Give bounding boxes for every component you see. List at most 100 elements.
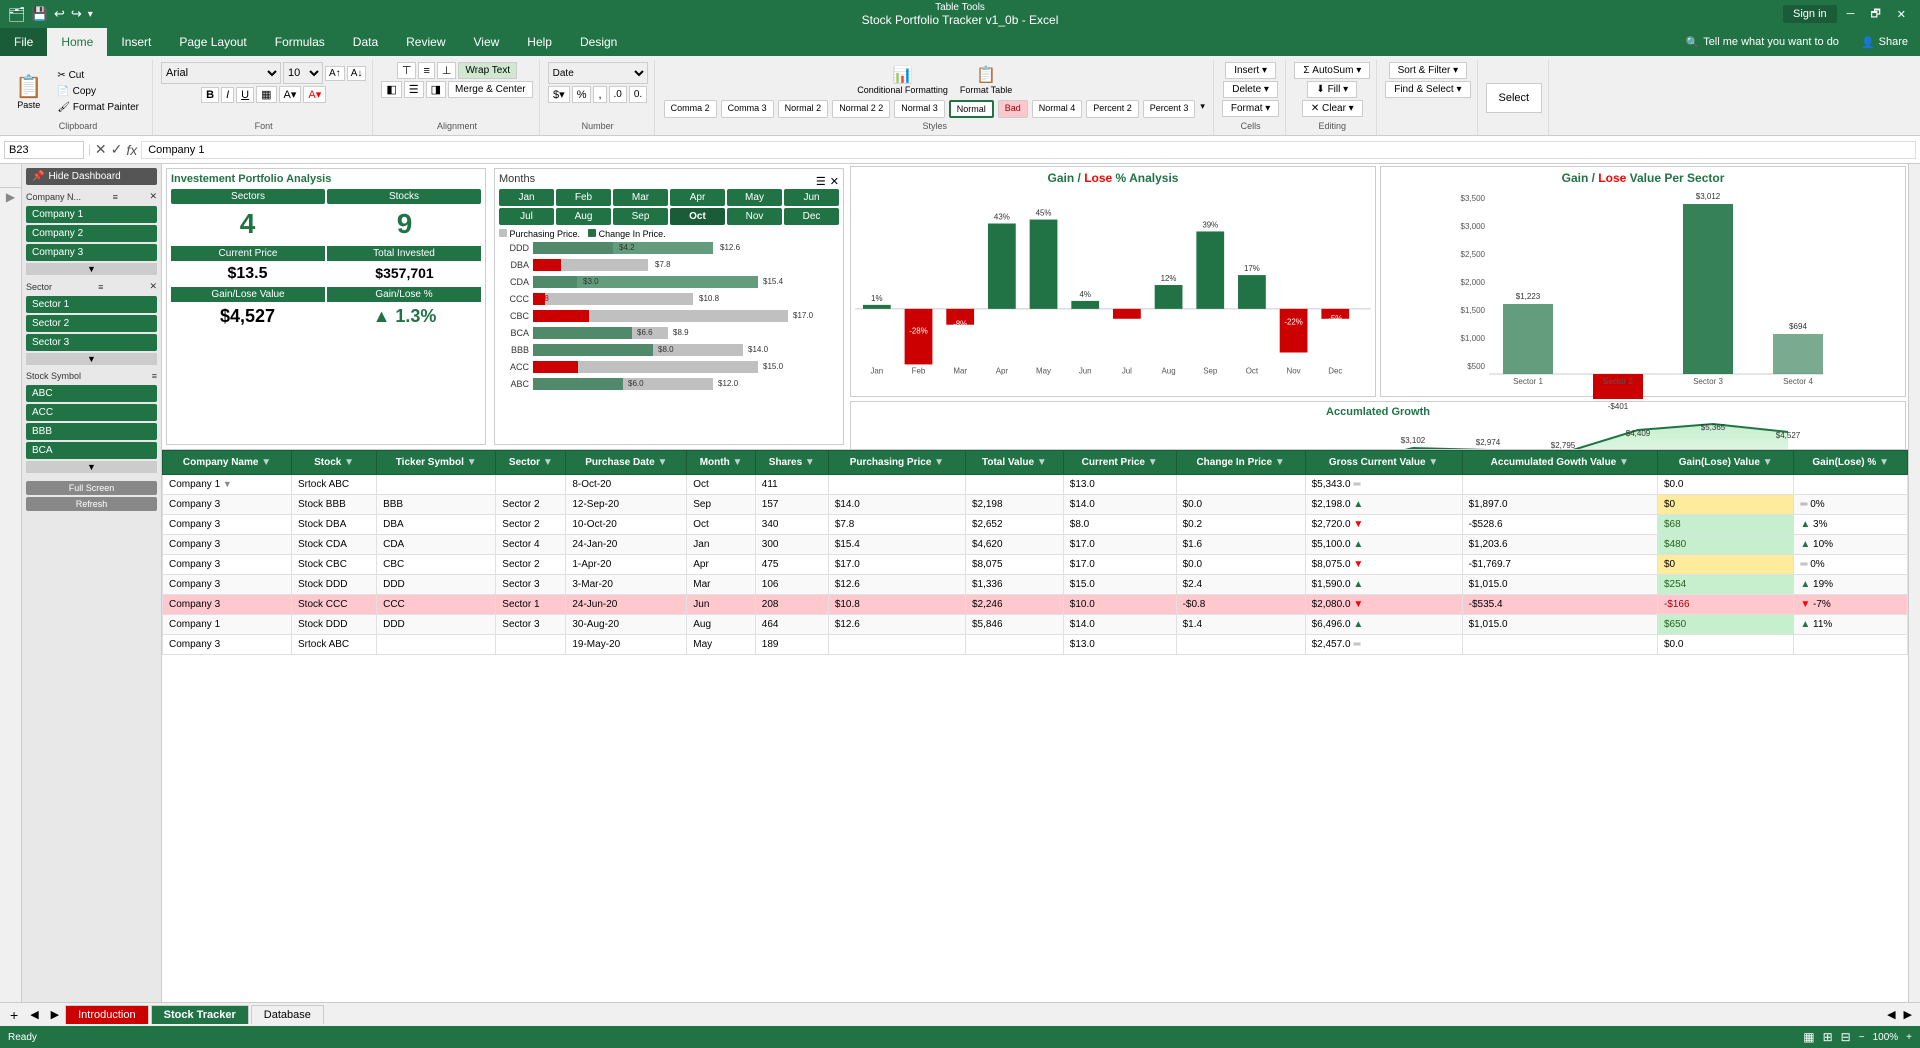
col-purchase-date[interactable]: Purchase Date ▼ xyxy=(566,451,687,475)
month-jan[interactable]: Jan xyxy=(499,189,554,206)
col-filter-shares[interactable]: ▼ xyxy=(805,457,815,468)
sort-filter-button[interactable]: Sort & Filter ▾ xyxy=(1389,62,1468,79)
company-clear-icon[interactable]: ✕ xyxy=(149,191,157,202)
stock-filter-icon[interactable]: ≡ xyxy=(152,371,157,381)
col-stock[interactable]: Stock ▼ xyxy=(292,451,377,475)
sidebar-stock-abc[interactable]: ABC xyxy=(26,385,157,402)
confirm-formula-button[interactable]: ✓ xyxy=(111,141,123,158)
align-bottom-button[interactable]: ⊥ xyxy=(437,62,457,79)
tab-database[interactable]: Database xyxy=(251,1005,324,1024)
align-middle-button[interactable]: ≡ xyxy=(418,62,434,79)
scroll-left-btn[interactable]: ◀ xyxy=(1883,1006,1899,1023)
close-button[interactable]: ✕ xyxy=(1891,6,1912,23)
autosum-button[interactable]: Σ AutoSum ▾ xyxy=(1294,62,1370,79)
tab-formulas[interactable]: Formulas xyxy=(261,28,339,56)
col-ticker[interactable]: Ticker Symbol ▼ xyxy=(377,451,496,475)
tab-stock-tracker[interactable]: Stock Tracker xyxy=(151,1005,249,1024)
tab-review[interactable]: Review xyxy=(392,28,459,56)
tab-view[interactable]: View xyxy=(460,28,514,56)
percent3-style[interactable]: Percent 3 xyxy=(1143,100,1196,118)
col-month[interactable]: Month ▼ xyxy=(687,451,756,475)
col-current-price[interactable]: Current Price ▼ xyxy=(1063,451,1176,475)
page-break-btn[interactable]: ⊟ xyxy=(1841,1030,1851,1044)
sidebar-stock-bbb[interactable]: BBB xyxy=(26,423,157,440)
col-gainlose-pct[interactable]: Gain(Lose) % ▼ xyxy=(1794,451,1908,475)
tab-design[interactable]: Design xyxy=(566,28,631,56)
formula-content[interactable] xyxy=(141,141,1916,159)
col-accum-growth[interactable]: Accumulated Gowth Value ▼ xyxy=(1462,451,1657,475)
comma3-style[interactable]: Comma 3 xyxy=(721,100,774,118)
sidebar-sector-2[interactable]: Sector 2 xyxy=(26,315,157,332)
month-aug[interactable]: Aug xyxy=(556,208,611,225)
format-table-button[interactable]: 📋 Format Table xyxy=(955,62,1017,98)
sidebar-stock-acc[interactable]: ACC xyxy=(26,404,157,421)
col-filter-stock[interactable]: ▼ xyxy=(344,457,354,468)
format-painter-button[interactable]: 🖌 Format Painter xyxy=(50,100,146,115)
col-filter-agv[interactable]: ▼ xyxy=(1619,457,1629,468)
styles-more-btn[interactable]: ▾ xyxy=(1198,99,1207,119)
table-row[interactable]: Company 3 Stock CBC CBC Sector 2 1-Apr-2… xyxy=(163,555,1908,575)
sheet-nav-left[interactable]: ◀ xyxy=(24,1006,44,1023)
tab-home[interactable]: Home xyxy=(47,28,107,56)
sector-clear-icon[interactable]: ✕ xyxy=(149,281,157,292)
decrease-font-button[interactable]: A↓ xyxy=(347,66,367,81)
page-layout-btn[interactable]: ⊞ xyxy=(1823,1030,1833,1044)
month-apr[interactable]: Apr xyxy=(670,189,725,206)
select-button[interactable]: Select xyxy=(1486,83,1543,113)
zoom-in-btn[interactable]: + xyxy=(1906,1032,1912,1043)
restore-button[interactable]: 🗗 xyxy=(1864,3,1886,26)
percent-button[interactable]: % xyxy=(572,86,592,103)
data-table-area[interactable]: Company Name ▼ Stock ▼ Ticker Symbol ▼ S… xyxy=(162,449,1908,1002)
normal4-style[interactable]: Normal 4 xyxy=(1032,100,1083,118)
fill-button[interactable]: ⬇ Fill ▾ xyxy=(1307,81,1357,98)
quick-access-save[interactable]: 💾 xyxy=(32,6,48,22)
company-scroll-down[interactable]: ▼ xyxy=(26,263,157,275)
border-button[interactable]: ▦ xyxy=(256,86,276,103)
col-sector[interactable]: Sector ▼ xyxy=(496,451,566,475)
hide-dashboard-button[interactable]: 📌 Hide Dashboard xyxy=(26,168,157,185)
month-may[interactable]: May xyxy=(727,189,782,206)
col-filter-company[interactable]: ▼ xyxy=(261,457,271,468)
tab-data[interactable]: Data xyxy=(339,28,392,56)
search-box[interactable]: 🔍 Tell me what you want to do xyxy=(1675,28,1848,56)
col-filter-cip[interactable]: ▼ xyxy=(1275,457,1285,468)
table-row[interactable]: Company 3 Stock DBA DBA Sector 2 10-Oct-… xyxy=(163,515,1908,535)
wrap-text-button[interactable]: Wrap Text xyxy=(458,62,517,79)
col-change-price[interactable]: Change In Price ▼ xyxy=(1176,451,1305,475)
quick-access-dropdown[interactable]: ▾ xyxy=(88,9,93,20)
col-filter-ticker[interactable]: ▼ xyxy=(467,457,477,468)
number-format-select[interactable]: Date xyxy=(548,62,648,84)
minimize-button[interactable]: ─ xyxy=(1841,6,1861,22)
month-nov[interactable]: Nov xyxy=(727,208,782,225)
insert-button[interactable]: Insert ▾ xyxy=(1225,62,1276,79)
month-dec[interactable]: Dec xyxy=(784,208,839,225)
company-filter-icon[interactable]: ≡ xyxy=(113,192,118,202)
italic-button[interactable]: I xyxy=(221,87,234,103)
share-button[interactable]: 👤 Share xyxy=(1849,28,1920,56)
merge-center-button[interactable]: Merge & Center xyxy=(448,81,533,98)
full-screen-button[interactable]: Full Screen xyxy=(26,481,157,495)
sidebar-sector-1[interactable]: Sector 1 xyxy=(26,296,157,313)
cell-reference[interactable] xyxy=(4,141,84,159)
col-shares[interactable]: Shares ▼ xyxy=(755,451,828,475)
tab-file[interactable]: File xyxy=(0,28,47,56)
quick-access-redo[interactable]: ↪ xyxy=(71,6,82,22)
underline-button[interactable]: U xyxy=(236,87,254,103)
align-right-button[interactable]: ◨ xyxy=(426,81,446,98)
normal-view-btn[interactable]: ▦ xyxy=(1803,1030,1814,1044)
comma-button[interactable]: , xyxy=(593,86,606,103)
font-size-select[interactable]: 10 xyxy=(283,62,323,84)
col-total-value[interactable]: Total Value ▼ xyxy=(965,451,1063,475)
col-gross-current[interactable]: Gross Current Value ▼ xyxy=(1305,451,1462,475)
month-sep[interactable]: Sep xyxy=(613,208,668,225)
stock-scroll-down[interactable]: ▼ xyxy=(26,461,157,473)
percent2-style[interactable]: Percent 2 xyxy=(1086,100,1139,118)
cancel-formula-button[interactable]: ✕ xyxy=(95,141,107,158)
align-top-button[interactable]: ⊤ xyxy=(397,62,417,79)
sidebar-stock-bca[interactable]: BCA xyxy=(26,442,157,459)
decrease-decimal-button[interactable]: 0. xyxy=(629,86,647,103)
zoom-out-btn[interactable]: − xyxy=(1859,1032,1865,1043)
col-filter-glv[interactable]: ▼ xyxy=(1763,457,1773,468)
copy-button[interactable]: 📄 Copy xyxy=(50,84,146,99)
clear-button[interactable]: ✕ Clear ▾ xyxy=(1302,100,1363,117)
